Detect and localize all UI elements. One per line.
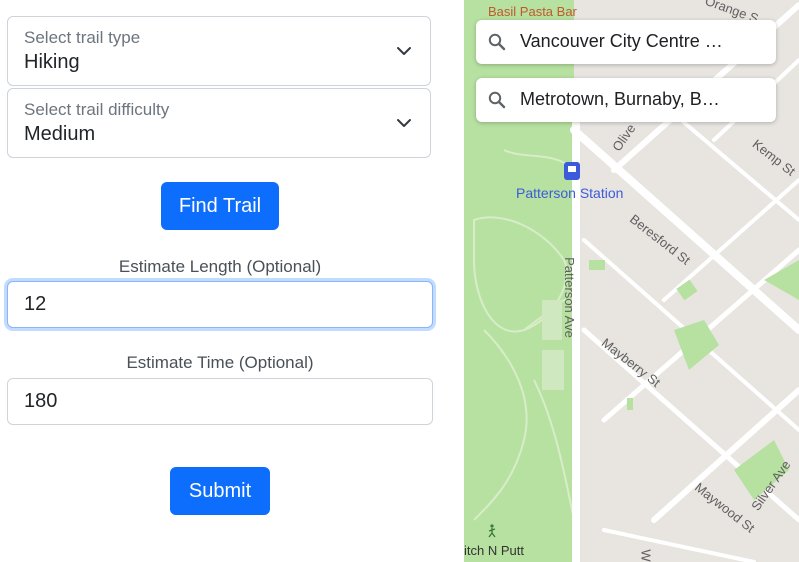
person-walking-icon — [488, 524, 496, 538]
trail-type-label: Select trail type — [24, 28, 141, 47]
street-label-w: W — [638, 549, 654, 562]
route-from-search[interactable]: Vancouver City Centre … — [476, 20, 776, 64]
restaurant-label: Basil Pasta Bar — [488, 4, 577, 19]
submit-button[interactable]: Submit — [170, 467, 270, 515]
trail-difficulty-label: Select trail difficulty — [24, 100, 170, 119]
search-icon — [488, 33, 506, 51]
time-input[interactable] — [7, 378, 433, 425]
route-to-text: Metrotown, Burnaby, B… — [520, 89, 720, 109]
time-label: Estimate Time (Optional) — [126, 353, 314, 372]
trail-type-select[interactable]: Select trail type Hiking — [7, 16, 431, 86]
chevron-down-icon — [397, 119, 411, 127]
trail-form: Select trail type Hiking Select trail di… — [0, 0, 440, 562]
station-label: Patterson Station — [516, 185, 624, 201]
length-input[interactable] — [7, 281, 433, 328]
street-label-patterson: Patterson Ave — [561, 257, 577, 338]
map-view[interactable]: Basil Pasta Bar Orange S Patterson Stati… — [464, 0, 799, 562]
trail-difficulty-value: Medium — [24, 123, 96, 145]
search-icon — [488, 91, 506, 109]
trail-difficulty-select[interactable]: Select trail difficulty Medium — [7, 88, 431, 158]
route-from-text: Vancouver City Centre … — [520, 31, 723, 51]
trail-type-value: Hiking — [24, 51, 80, 73]
length-label: Estimate Length (Optional) — [118, 257, 322, 276]
chevron-down-icon — [397, 47, 411, 55]
find-trail-button[interactable]: Find Trail — [161, 182, 279, 230]
route-to-search[interactable]: Metrotown, Burnaby, B… — [476, 78, 776, 122]
poi-label-putt: itch N Putt — [464, 543, 524, 558]
